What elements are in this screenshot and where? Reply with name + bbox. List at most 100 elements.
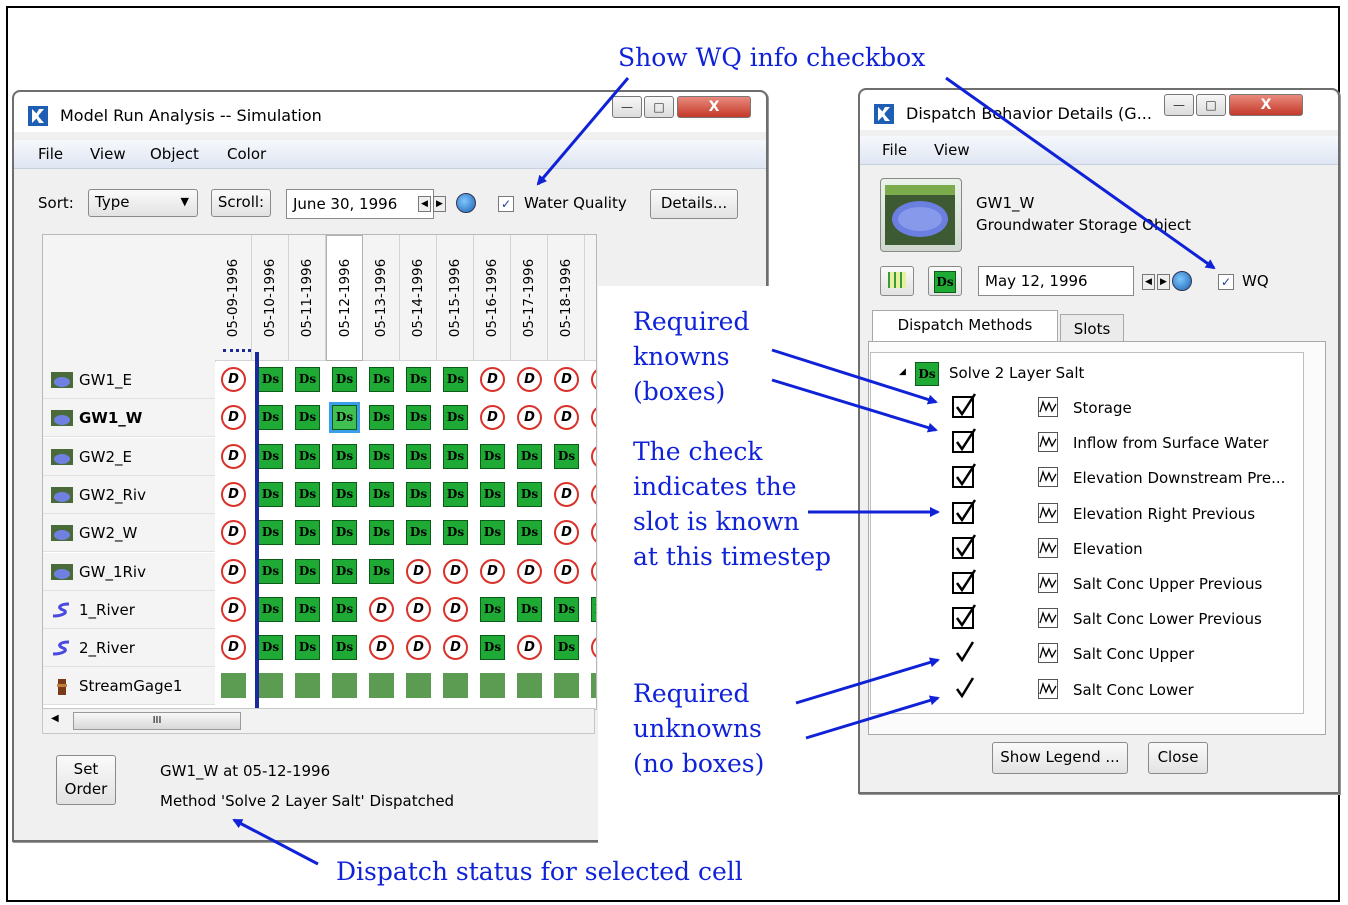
not-dispatched-cell[interactable]: D — [591, 481, 596, 507]
dispatch-date-field[interactable]: May 12, 1996 — [978, 266, 1134, 296]
wq-checkbox[interactable]: ✓ — [1218, 274, 1234, 290]
dispatched-cell[interactable]: Ds — [406, 443, 431, 469]
close-button[interactable]: Close — [1148, 742, 1208, 774]
dispatched-cell[interactable]: Ds — [443, 443, 468, 469]
not-dispatched-cell[interactable]: D — [406, 558, 431, 584]
dispatched-cell[interactable]: Ds — [258, 596, 283, 622]
dispatched-cell[interactable]: Ds — [295, 520, 320, 546]
dispatched-cell[interactable]: Ds — [369, 405, 394, 431]
not-dispatched-cell[interactable]: D — [221, 558, 246, 584]
dispatch-view-button[interactable]: Ds — [928, 266, 962, 296]
not-dispatched-cell[interactable]: D — [591, 635, 596, 661]
scroll-thumb[interactable]: III — [73, 712, 241, 730]
globe-icon[interactable] — [1172, 271, 1192, 291]
globe-icon[interactable] — [456, 193, 476, 213]
not-dispatched-cell[interactable]: D — [221, 596, 246, 622]
not-dispatched-cell[interactable]: D — [554, 405, 579, 431]
dispatched-cell[interactable]: Ds — [591, 596, 596, 622]
dispatched-cell[interactable]: Ds — [258, 520, 283, 546]
dispatched-cell[interactable]: Ds — [443, 405, 468, 431]
not-dispatched-cell[interactable]: D — [591, 367, 596, 392]
row-header[interactable]: GW1_E — [43, 361, 215, 399]
not-dispatched-cell[interactable]: D — [369, 596, 394, 622]
data-cell[interactable] — [554, 673, 579, 699]
dispatched-cell[interactable]: Ds — [517, 596, 542, 622]
row-header[interactable]: GW2_E — [43, 437, 215, 476]
not-dispatched-cell[interactable]: D — [591, 443, 596, 469]
dispatched-cell[interactable]: Ds — [480, 443, 505, 469]
dispatched-cell[interactable]: Ds — [332, 520, 357, 546]
tab-dispatch-methods[interactable]: Dispatch Methods — [872, 310, 1058, 342]
column-header[interactable]: 05-10-1996 — [252, 235, 289, 361]
dispatched-cell[interactable]: Ds — [443, 520, 468, 546]
not-dispatched-cell[interactable]: D — [406, 635, 431, 661]
not-dispatched-cell[interactable]: D — [406, 596, 431, 622]
date-prev-icon[interactable]: ◀ — [418, 196, 431, 212]
not-dispatched-cell[interactable]: D — [554, 367, 579, 392]
data-cell[interactable] — [443, 673, 468, 699]
slot-row[interactable]: Storage — [871, 391, 1301, 426]
data-cell[interactable] — [517, 673, 542, 699]
dispatched-cell[interactable]: Ds — [480, 520, 505, 546]
row-header[interactable]: GW_1Riv — [43, 552, 215, 591]
dispatched-cell[interactable]: Ds — [369, 520, 394, 546]
dispatched-cell[interactable]: Ds — [406, 481, 431, 507]
data-cell[interactable] — [369, 673, 394, 699]
dispatched-cell[interactable]: Ds — [332, 443, 357, 469]
dispatched-cell[interactable]: Ds — [517, 520, 542, 546]
not-dispatched-cell[interactable]: D — [480, 558, 505, 584]
data-cell[interactable] — [480, 673, 505, 699]
maximize-button[interactable]: □ — [1196, 94, 1226, 116]
maximize-button[interactable]: □ — [644, 96, 674, 118]
selected-dispatched-cell[interactable]: Ds — [329, 402, 360, 434]
show-legend-button[interactable]: Show Legend ... — [992, 742, 1128, 774]
dispatched-cell[interactable]: Ds — [258, 367, 283, 392]
slot-row[interactable]: Elevation — [871, 532, 1301, 567]
dispatched-cell[interactable]: Ds — [443, 481, 468, 507]
row-header[interactable]: StreamGage1 — [43, 667, 215, 706]
dispatched-cell[interactable]: Ds — [258, 405, 283, 431]
slot-row[interactable]: Salt Conc Upper Previous — [871, 567, 1301, 602]
dispatched-cell[interactable]: Ds — [554, 443, 579, 469]
dispatched-cell[interactable]: Ds — [406, 520, 431, 546]
scroll-button[interactable]: Scroll: — [211, 189, 271, 217]
not-dispatched-cell[interactable]: D — [591, 558, 596, 584]
dispatched-cell[interactable]: Ds — [295, 558, 320, 584]
dispatched-cell[interactable]: Ds — [480, 481, 505, 507]
dispatched-cell[interactable]: Ds — [443, 367, 468, 392]
minimize-button[interactable]: — — [1164, 94, 1194, 116]
data-cell[interactable] — [591, 673, 596, 699]
menu-file[interactable]: File — [882, 141, 907, 159]
dispatched-cell[interactable]: Ds — [295, 596, 320, 622]
not-dispatched-cell[interactable]: D — [554, 558, 579, 584]
menu-view[interactable]: View — [934, 141, 970, 159]
dispatched-cell[interactable]: Ds — [258, 481, 283, 507]
not-dispatched-cell[interactable]: D — [221, 443, 246, 469]
date-prev-icon[interactable]: ◀ — [1142, 274, 1155, 290]
not-dispatched-cell[interactable]: D — [517, 405, 542, 431]
dispatched-cell[interactable]: Ds — [554, 596, 579, 622]
data-cell[interactable] — [332, 673, 357, 699]
water-quality-checkbox[interactable]: ✓ — [498, 196, 514, 212]
dispatched-cell[interactable]: Ds — [295, 443, 320, 469]
row-header[interactable]: 1_River — [43, 590, 215, 629]
slot-row[interactable]: Inflow from Surface Water — [871, 426, 1301, 461]
column-header[interactable]: 05-16-1996 — [474, 235, 511, 361]
grid-view-button[interactable] — [880, 266, 914, 296]
not-dispatched-cell[interactable]: D — [443, 635, 468, 661]
not-dispatched-cell[interactable]: D — [591, 520, 596, 546]
minimize-button[interactable]: — — [612, 96, 642, 118]
not-dispatched-cell[interactable]: D — [591, 405, 596, 431]
close-window-button[interactable]: X — [1229, 94, 1303, 116]
not-dispatched-cell[interactable]: D — [443, 558, 468, 584]
sort-select[interactable]: Type ▼ — [88, 189, 198, 217]
close-window-button[interactable]: X — [677, 96, 751, 118]
row-header[interactable]: GW1_W — [43, 399, 215, 438]
tab-slots[interactable]: Slots — [1060, 314, 1124, 342]
dispatched-cell[interactable]: Ds — [332, 635, 357, 661]
date-next-icon[interactable]: ▶ — [433, 196, 446, 212]
menu-view[interactable]: View — [90, 145, 126, 163]
not-dispatched-cell[interactable]: D — [554, 481, 579, 507]
set-order-button[interactable]: Set Order — [56, 755, 116, 805]
date-field[interactable]: June 30, 1996 — [286, 189, 434, 219]
